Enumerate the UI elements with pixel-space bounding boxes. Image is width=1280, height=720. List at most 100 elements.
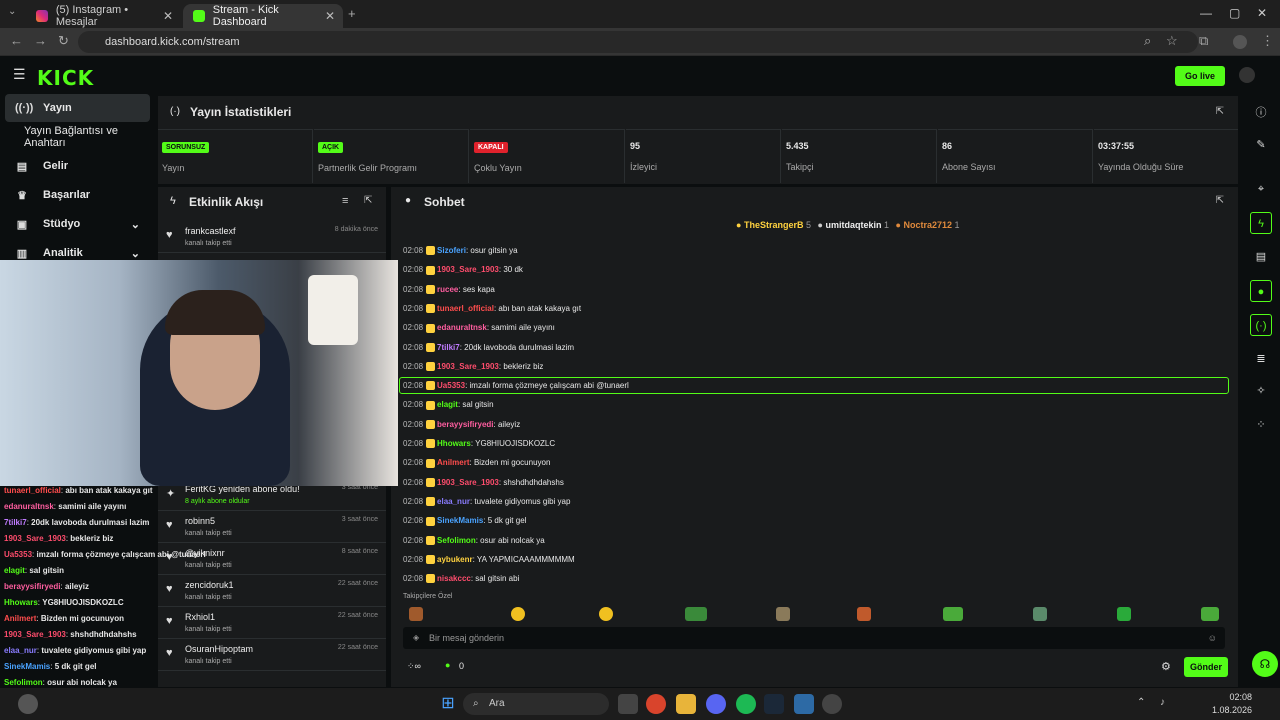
emote[interactable] — [409, 607, 423, 621]
support-icon[interactable]: ☊ — [1252, 651, 1278, 677]
wrench-icon[interactable]: ✧ — [1250, 380, 1272, 402]
chat-icon[interactable]: ● — [1250, 280, 1272, 302]
close-window-icon[interactable]: ✕ — [1257, 6, 1267, 20]
clock-date[interactable]: 1.08.2026 — [1188, 705, 1252, 715]
menu-icon[interactable]: ⋮ — [1261, 33, 1274, 49]
filter-icon[interactable]: ≡ — [342, 195, 348, 207]
gifter-name[interactable]: umitdaqtekin — [825, 220, 881, 230]
close-tab-icon[interactable]: ✕ — [163, 9, 173, 23]
steam-icon[interactable] — [764, 694, 784, 714]
panel-title: Yayın İstatistikleri — [190, 105, 292, 119]
message-text: shshdhdhdahshs — [503, 477, 564, 487]
bookmark-icon[interactable]: ☆ — [1166, 33, 1178, 49]
message-user[interactable]: SinekMamis — [437, 516, 483, 525]
channel-points-icon[interactable]: ⁘∞ — [407, 661, 421, 672]
back-icon[interactable]: ← — [10, 33, 23, 48]
popout-icon[interactable]: ⇱ — [1216, 195, 1224, 206]
clock-time[interactable]: 02:08 — [1208, 692, 1252, 702]
list-icon[interactable]: ▤ — [1250, 246, 1272, 268]
file-explorer-icon[interactable] — [676, 694, 696, 714]
taskbar-search[interactable]: ⌕ Ara — [463, 693, 609, 715]
url-field[interactable]: dashboard.kick.com/stream — [78, 31, 1198, 53]
message-user[interactable]: rucee — [437, 285, 458, 294]
message-user[interactable]: Ua5353 — [437, 381, 465, 390]
profile-icon[interactable] — [1233, 35, 1247, 49]
chrome-icon[interactable] — [646, 694, 666, 714]
kick-logo[interactable]: KICK — [37, 66, 94, 90]
windows-start-icon[interactable]: ⊞ — [438, 694, 458, 714]
gifter-name[interactable]: Noctra2712 — [903, 220, 952, 230]
message-user[interactable]: Sefolimon — [437, 536, 476, 545]
app-icon[interactable] — [794, 694, 814, 714]
message-user[interactable]: elaa_nur — [437, 497, 470, 506]
message-user[interactable]: 7tilki7 — [437, 343, 460, 352]
extensions-icon[interactable]: ⧉ — [1199, 33, 1208, 49]
tab-kick[interactable]: Stream - Kick Dashboard ✕ — [183, 4, 343, 28]
message-user[interactable]: nisakccc — [437, 574, 471, 583]
forward-icon[interactable]: → — [34, 33, 47, 48]
message-user[interactable]: Anilmert — [437, 458, 469, 467]
emote[interactable] — [1033, 607, 1047, 621]
user-avatar-icon[interactable] — [18, 694, 38, 714]
message-user[interactable]: berayysifiryedi — [437, 420, 493, 429]
share-icon[interactable]: ⁘ — [1250, 414, 1272, 436]
message-user[interactable]: aybukenr — [437, 555, 473, 564]
message-user[interactable]: Hhowars — [437, 439, 471, 448]
heart-icon: ♥ — [166, 229, 173, 241]
sidebar-item-studyo[interactable]: ▣ Stüdyo ⌄ — [5, 210, 150, 238]
spotify-icon[interactable] — [736, 694, 756, 714]
minimize-icon[interactable]: — — [1200, 6, 1212, 20]
sidebar-item-stream-key[interactable]: Yayın Bağlantısı ve Anahtarı — [5, 123, 150, 151]
emote[interactable] — [943, 607, 963, 621]
message-user[interactable]: edanuraltnsk — [437, 323, 487, 332]
emote[interactable] — [685, 607, 707, 621]
emote[interactable] — [511, 607, 525, 621]
stat-value: 95 — [630, 141, 641, 151]
hamburger-icon[interactable]: ☰ — [13, 66, 26, 83]
close-tab-icon[interactable]: ✕ — [325, 9, 335, 23]
popout-icon[interactable]: ⇱ — [364, 195, 372, 206]
stat-izleyici: 95 İzleyici — [626, 129, 781, 183]
target-icon[interactable]: ⌖ — [1250, 178, 1272, 200]
broadcast-icon[interactable]: (·) — [1250, 314, 1272, 336]
chat-input[interactable]: ◈ Bir mesaj gönderin ☺ — [403, 627, 1225, 649]
tab-search-icon[interactable]: ⌄ — [8, 6, 16, 17]
stack-icon[interactable]: ≣ — [1250, 348, 1272, 370]
emoji-icon[interactable]: ☺ — [1208, 627, 1217, 649]
send-button[interactable]: Gönder — [1184, 657, 1228, 677]
emote[interactable] — [599, 607, 613, 621]
gifter-rank-icon: ● — [817, 220, 823, 230]
message-user[interactable]: elagit — [437, 400, 458, 409]
tray-chevron-icon[interactable]: ⌃ — [1137, 697, 1145, 708]
avatar[interactable] — [1239, 67, 1255, 83]
new-tab-icon[interactable]: + — [348, 6, 356, 21]
emote[interactable] — [776, 607, 790, 621]
emote[interactable] — [1201, 607, 1219, 621]
settings-gear-icon[interactable]: ⚙ — [1161, 660, 1171, 673]
task-view-icon[interactable] — [618, 694, 638, 714]
sidebar-item-gelir[interactable]: ▤ Gelir — [5, 152, 150, 180]
info-icon[interactable]: ⓘ — [1250, 102, 1272, 124]
edit-icon[interactable]: ✎ — [1250, 134, 1272, 156]
obs-icon[interactable] — [822, 694, 842, 714]
discord-icon[interactable] — [706, 694, 726, 714]
lightning-icon[interactable]: ϟ — [1250, 212, 1272, 234]
microphone-icon[interactable]: ♪ — [1160, 697, 1165, 708]
popout-icon[interactable]: ⇱ — [1216, 106, 1224, 117]
sidebar-item-yayin[interactable]: ((·)) Yayın — [5, 94, 150, 122]
message-user[interactable]: 1903_Sare_1903 — [437, 265, 499, 274]
overlay-chat-line: Anilmert: Bizden mi gocunuyon — [4, 614, 124, 623]
go-live-button[interactable]: Go live — [1175, 66, 1225, 86]
maximize-icon[interactable]: ▢ — [1229, 6, 1240, 20]
zoom-icon[interactable]: ⌕ — [1144, 33, 1151, 49]
message-user[interactable]: Sizoferi — [437, 246, 466, 255]
message-user[interactable]: 1903_Sare_1903 — [437, 478, 499, 487]
emote[interactable] — [1117, 607, 1131, 621]
sidebar-item-basarilar[interactable]: ♛ Başarılar — [5, 181, 150, 209]
reload-icon[interactable]: ↻ — [58, 33, 69, 49]
message-user[interactable]: 1903_Sare_1903 — [437, 362, 499, 371]
emote[interactable] — [857, 607, 871, 621]
gifter-name[interactable]: TheStrangerB — [744, 220, 804, 230]
message-user[interactable]: tunaerl_official — [437, 304, 494, 313]
tab-instagram[interactable]: (5) Instagram • Mesajlar ✕ — [26, 4, 181, 28]
